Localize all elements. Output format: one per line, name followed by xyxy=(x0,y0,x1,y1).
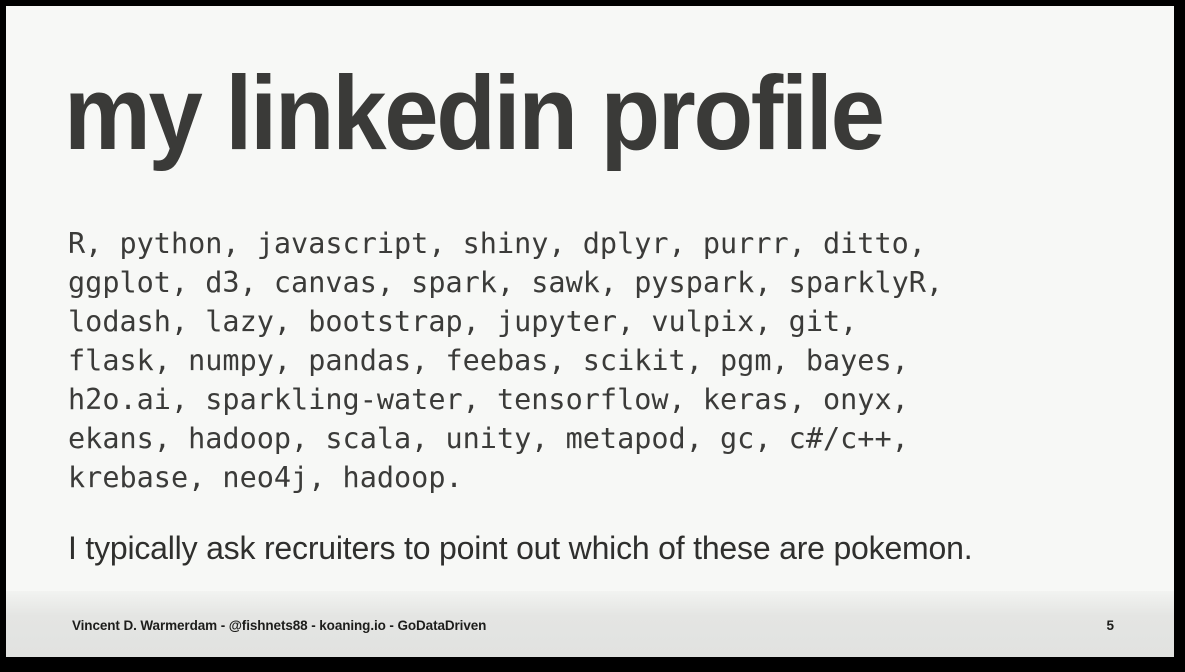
page-number: 5 xyxy=(1106,618,1114,633)
keyword-line: R, python, javascript, shiny, dplyr, pur… xyxy=(68,227,926,260)
keyword-line: h2o.ai, sparkling-water, tensorflow, ker… xyxy=(68,383,909,416)
keyword-line: ggplot, d3, canvas, spark, sawk, pyspark… xyxy=(68,266,944,299)
slide-frame: my linkedin profile R, python, javascrip… xyxy=(0,0,1185,672)
keyword-line: flask, numpy, pandas, feebas, scikit, pg… xyxy=(68,344,909,377)
slide-canvas: my linkedin profile R, python, javascrip… xyxy=(6,6,1174,657)
footer-credit: Vincent D. Warmerdam - @fishnets88 - koa… xyxy=(72,618,487,633)
slide-title: my linkedin profile xyxy=(64,55,885,172)
keyword-line: ekans, hadoop, scala, unity, metapod, gc… xyxy=(68,422,909,455)
footer-band: Vincent D. Warmerdam - @fishnets88 - koa… xyxy=(6,591,1174,657)
keyword-list: R, python, javascript, shiny, dplyr, pur… xyxy=(68,224,1128,497)
slide-bottom-bar xyxy=(0,657,1185,672)
keyword-line: lodash, lazy, bootstrap, jupyter, vulpix… xyxy=(68,305,858,338)
closing-remark: I typically ask recruiters to point out … xyxy=(68,530,973,566)
keyword-line: krebase, neo4j, hadoop. xyxy=(68,461,463,494)
